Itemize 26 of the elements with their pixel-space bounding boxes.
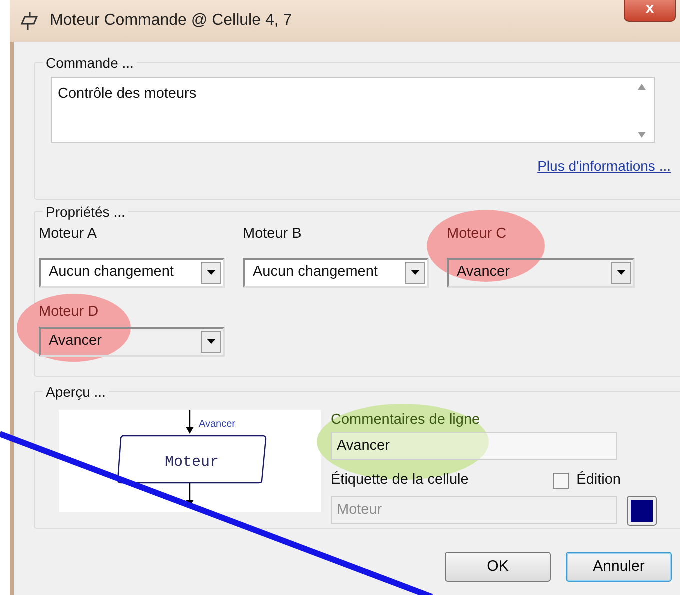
arrow-label: Avancer [199,419,236,430]
dropdown[interactable]: Aucun changement [39,258,225,288]
cell-label-field: Moteur [331,496,617,524]
dropdown[interactable]: Aucun changement [243,258,429,288]
dropdown[interactable]: Avancer [447,258,635,288]
field-label: Moteur A [39,225,98,244]
command-text-area[interactable]: Contrôle des moteurs [51,77,655,143]
flowchart-icon [20,11,40,31]
edition-checkbox[interactable] [552,472,569,489]
close-button[interactable]: x [624,0,676,22]
window-title: Moteur Commande @ Cellule 4, 7 [50,11,292,31]
dropdown[interactable]: Avancer [39,326,225,356]
field-label: Moteur C [447,225,508,244]
command-text: Contrôle des moteurs [58,85,197,104]
field-label: Moteur B [243,225,303,244]
field-label: Étiquette de la cellule [331,470,469,490]
flow-arrow [186,410,194,434]
block-label: Moteur [165,454,219,471]
field-label: Commentaires de ligne [331,411,482,430]
color-swatch[interactable] [627,496,657,526]
dialog-button[interactable]: Annuler [566,552,672,582]
dialog-button[interactable]: OK [445,552,551,582]
comment-field[interactable]: Avancer [331,432,617,460]
checkbox-label: Édition [576,470,621,490]
more-info-link[interactable]: Plus d'informations ... [538,156,671,177]
field-label: Moteur D [39,302,100,322]
